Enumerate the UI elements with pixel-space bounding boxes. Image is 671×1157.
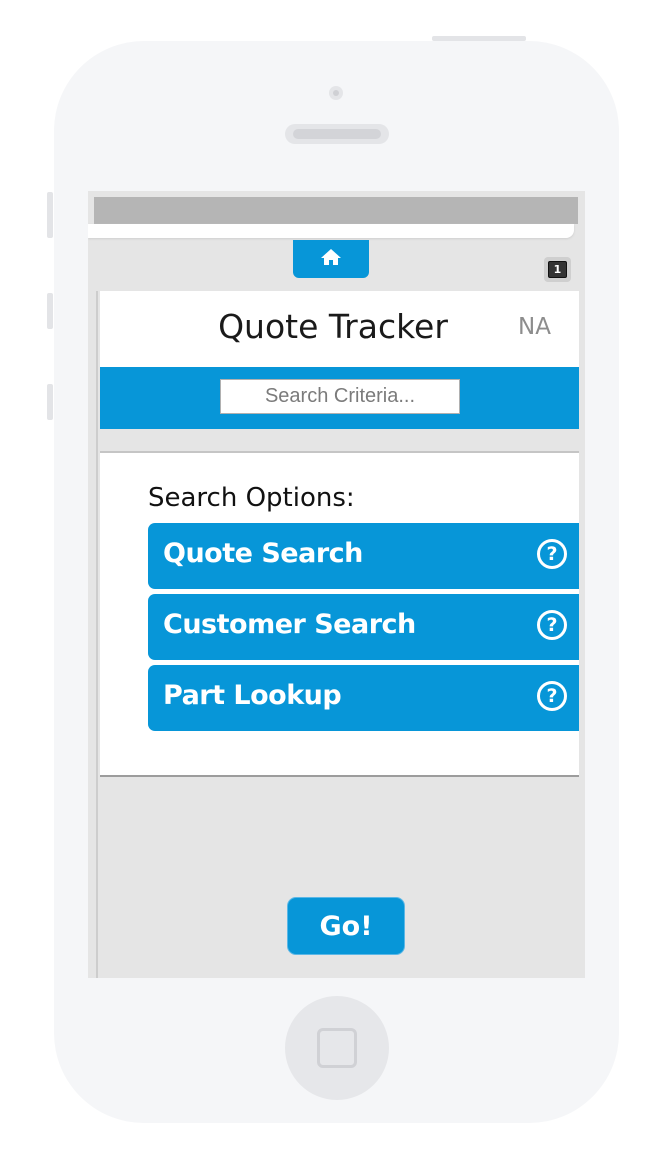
earpiece-speaker	[285, 124, 389, 144]
search-options-panel: Search Options: Quote Search ? Customer …	[100, 451, 579, 777]
question-circle-icon[interactable]: ?	[537, 539, 567, 569]
go-button[interactable]: Go!	[287, 897, 405, 955]
notification-badge[interactable]: 1	[544, 257, 571, 282]
main-content: Quote Tracker NA Search Options: Quote S…	[96, 291, 579, 978]
search-input[interactable]	[220, 379, 460, 414]
home-tab[interactable]	[293, 240, 369, 278]
home-square-icon	[317, 1028, 357, 1068]
notification-count: 1	[548, 261, 567, 278]
front-camera	[329, 86, 343, 100]
top-strip	[88, 224, 574, 238]
page-title: Quote Tracker	[218, 307, 448, 346]
volume-down-button	[47, 384, 53, 420]
customer-search-button[interactable]: Customer Search ?	[148, 594, 579, 660]
search-options-heading: Search Options:	[148, 483, 355, 513]
question-circle-icon[interactable]: ?	[537, 610, 567, 640]
mute-switch	[47, 192, 53, 238]
question-circle-icon[interactable]: ?	[537, 681, 567, 711]
region-label[interactable]: NA	[518, 314, 551, 340]
part-lookup-button[interactable]: Part Lookup ?	[148, 665, 579, 731]
quote-search-button[interactable]: Quote Search ?	[148, 523, 579, 589]
search-bar	[100, 367, 579, 429]
home-icon	[320, 248, 342, 271]
status-bar	[94, 197, 578, 224]
part-lookup-label: Part Lookup	[163, 680, 342, 711]
device-home-button	[285, 996, 389, 1100]
quote-search-label: Quote Search	[163, 538, 363, 569]
volume-up-button	[47, 293, 53, 329]
app-header: Quote Tracker NA	[100, 291, 579, 367]
phone-screen: 1 Quote Tracker NA Search Options: Quote…	[88, 191, 585, 978]
customer-search-label: Customer Search	[163, 609, 416, 640]
